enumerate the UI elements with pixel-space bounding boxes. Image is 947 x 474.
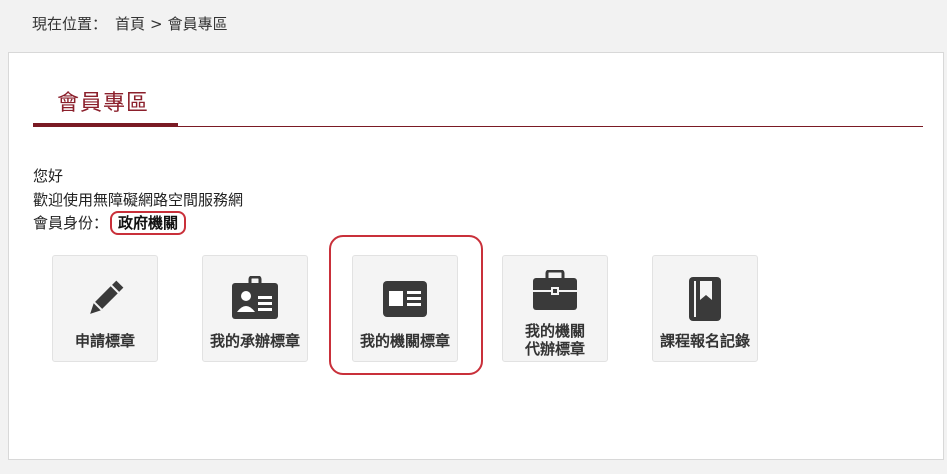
greeting-text: 您好 — [33, 167, 64, 185]
welcome-text: 歡迎使用無障礙網路空間服務網 — [33, 191, 244, 209]
tile-label: 我的機關標章 — [359, 332, 450, 350]
breadcrumb-prefix: 現在位置 — [32, 15, 93, 33]
briefcase-icon — [530, 268, 580, 314]
identity-label: 會員身份 — [33, 214, 94, 232]
tile-label: 我的承辦標章 — [209, 332, 300, 350]
breadcrumb-separator: > — [150, 15, 163, 33]
pencil-icon — [80, 276, 130, 322]
tile-label: 我的機關 代辦標章 — [524, 322, 585, 358]
tile-label: 課程報名記錄 — [659, 332, 750, 350]
id-badge-icon — [230, 276, 280, 322]
breadcrumb: 現在位置： 首頁 > 會員專區 — [32, 14, 228, 34]
notebook-icon — [680, 276, 730, 322]
member-identity: 會員身份： 政府機關 — [33, 211, 187, 235]
breadcrumb-colon: ： — [92, 15, 108, 33]
tile-course-registration-records[interactable]: 課程報名記錄 — [652, 255, 758, 362]
identity-colon: ： — [93, 214, 109, 232]
section-title: 會員專區 — [57, 91, 150, 116]
id-card-icon — [380, 276, 430, 322]
breadcrumb-current: 會員專區 — [167, 15, 228, 33]
tile-my-handled-badges[interactable]: 我的承辦標章 — [202, 255, 308, 362]
breadcrumb-home-link[interactable]: 首頁 — [115, 15, 145, 33]
identity-value: 政府機關 — [110, 211, 187, 235]
tile-label: 申請標章 — [74, 332, 135, 350]
tile-my-agency-proxy-badges[interactable]: 我的機關 代辦標章 — [502, 255, 608, 362]
tile-apply-badge[interactable]: 申請標章 — [52, 255, 158, 362]
member-panel: 會員專區 您好 歡迎使用無障礙網路空間服務網 會員身份： 政府機關 申請標章 我… — [8, 52, 944, 460]
tile-my-agency-badges[interactable]: 我的機關標章 — [352, 255, 458, 362]
title-underline — [33, 123, 178, 127]
